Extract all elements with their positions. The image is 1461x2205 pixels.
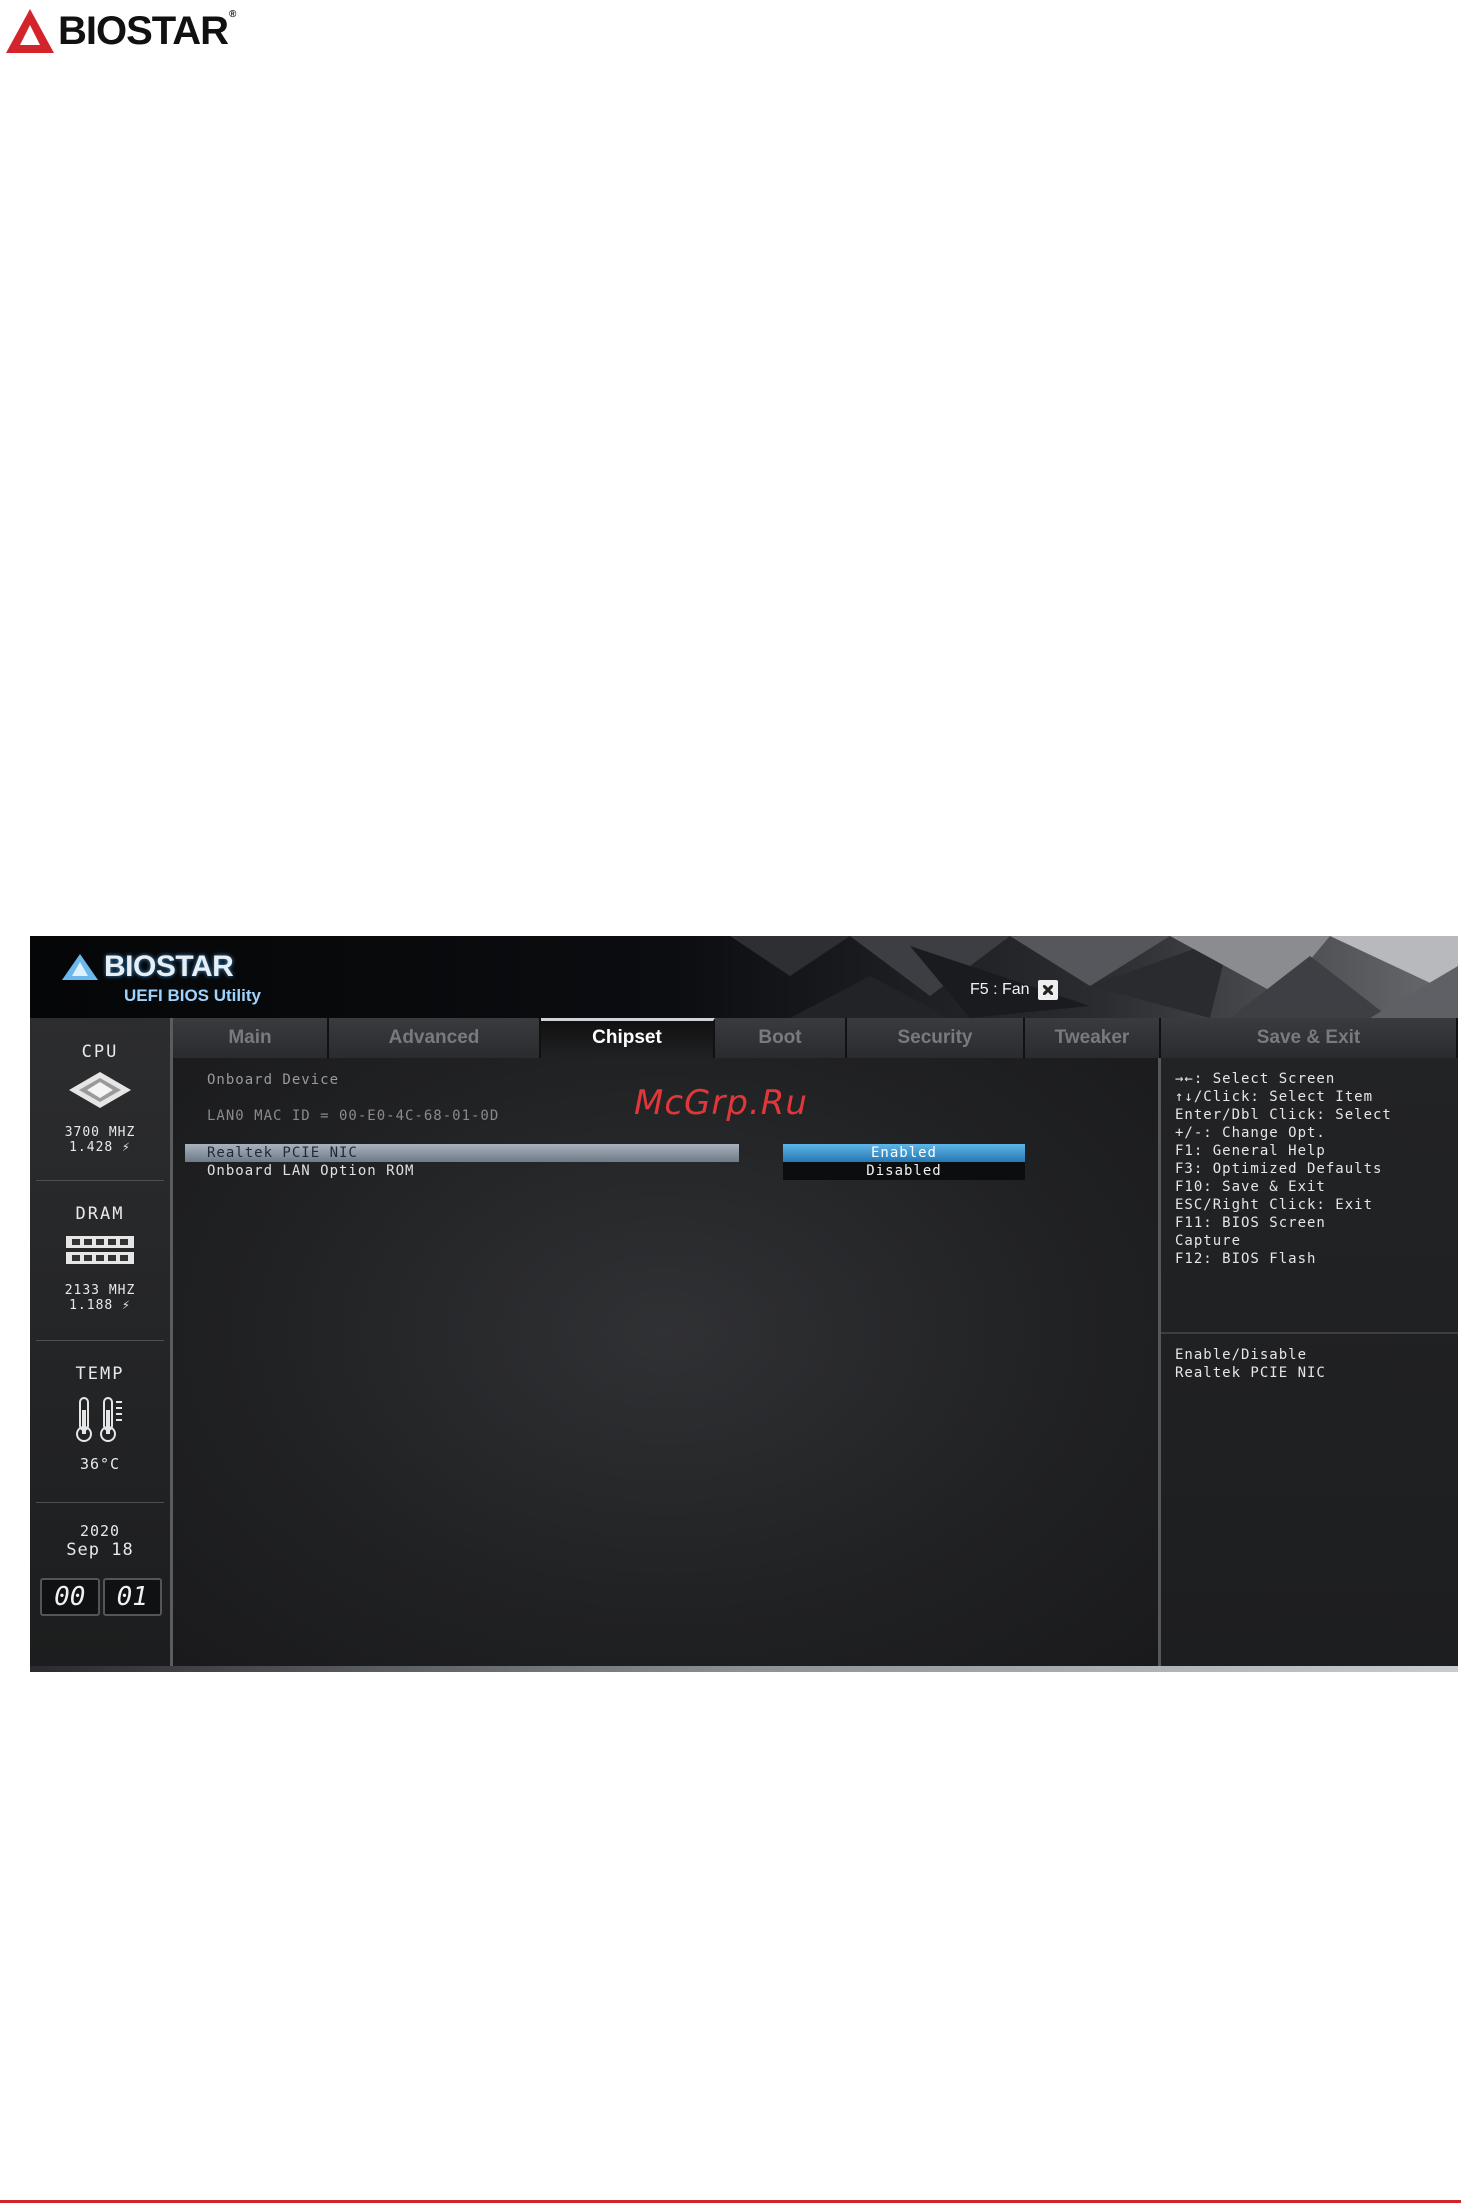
dram-section: DRAM 2133 MHZ 1.188 ⚡ [30,1204,170,1313]
cpu-voltage: 1.428 ⚡ [69,1140,131,1155]
divider [36,1180,164,1181]
cpu-frequency: 3700 MHZ [64,1125,136,1140]
temp-value: 36°C [79,1455,121,1473]
bios-window: BIOSTAR UEFI BIOS Utility F5 : Fan CPU 3… [30,936,1458,1672]
clock-hour: 00 [40,1578,100,1616]
thermometer-icon [76,1397,122,1442]
tab-boot[interactable]: Boot [715,1018,847,1058]
cpu-chip-icon [69,1072,131,1108]
help-divider [1161,1332,1458,1334]
key-help-line: F10: Save & Exit [1175,1179,1326,1195]
fan-label: F5 : Fan [970,981,1030,998]
tab-advanced[interactable]: Advanced [329,1018,541,1058]
tab-main[interactable]: Main [173,1018,329,1058]
tab-save-exit[interactable]: Save & Exit [1161,1018,1458,1058]
key-help-line: ESC/Right Click: Exit [1175,1197,1374,1213]
divider [36,1340,164,1341]
fan-icon [1037,980,1058,1000]
key-help-line: →←: Select Screen [1175,1071,1336,1087]
cpu-title: CPU [81,1042,119,1062]
biostar-page-logo: BIOSTAR® [4,6,236,56]
key-help-line: F12: BIOS Flash [1175,1251,1317,1267]
setting-value-selected[interactable]: Enabled [783,1144,1025,1162]
setting-value[interactable]: Disabled [783,1162,1025,1180]
dram-title: DRAM [75,1204,125,1224]
page-bottom-rule [0,2200,1461,2203]
help-panel: →←: Select Screen ↑↓/Click: Select Item … [1158,1058,1458,1666]
main-content: Onboard Device LAN0 MAC ID = 00-E0-4C-68… [173,1058,1158,1666]
page-logo-text: BIOSTAR® [58,8,236,53]
temp-section: TEMP 36°C [30,1364,170,1472]
bios-header: BIOSTAR UEFI BIOS Utility F5 : Fan [30,936,1458,1018]
tab-tweaker[interactable]: Tweaker [1025,1018,1161,1058]
bios-subtitle: UEFI BIOS Utility [124,986,261,1005]
status-panel: CPU 3700 MHZ 1.428 ⚡ DRAM 2133 MHZ 1.188… [30,1018,173,1666]
fan-shortcut[interactable]: F5 : Fan [970,980,1058,1000]
key-help-line: F1: General Help [1175,1143,1326,1159]
clock-minute: 01 [102,1578,162,1616]
section-title: Onboard Device [207,1072,340,1088]
key-help-list: →←: Select Screen ↑↓/Click: Select Item … [1175,1070,1392,1268]
lan-mac-id: LAN0 MAC ID = 00-E0-4C-68-01-0D [207,1108,500,1124]
bios-logo: BIOSTAR [60,950,234,984]
key-help-line: +/-: Change Opt. [1175,1125,1326,1141]
biostar-triangle-icon [62,954,98,980]
tab-security[interactable]: Security [847,1018,1025,1058]
item-description: Enable/Disable Realtek PCIE NIC [1175,1346,1326,1382]
description-line: Enable/Disable [1175,1347,1308,1363]
key-help-line: ↑↓/Click: Select Item [1175,1089,1374,1105]
key-help-line: Enter/Dbl Click: Select [1175,1107,1392,1123]
watermark-text: McGrp.Ru [634,1083,808,1123]
date-month-day: Sep 18 [66,1540,134,1560]
dram-frequency: 2133 MHZ [64,1283,136,1298]
tab-bar: Main Advanced Chipset Boot Security Twea… [173,1018,1458,1058]
key-help-line: F11: BIOS Screen [1175,1215,1326,1231]
date-section: 2020 Sep 18 [30,1522,170,1560]
bios-footer-bar [30,1666,1458,1672]
dram-voltage: 1.188 ⚡ [69,1298,131,1313]
tab-chipset[interactable]: Chipset [541,1018,715,1058]
date-year: 2020 [79,1522,121,1540]
setting-label: Realtek PCIE NIC [207,1145,358,1161]
key-help-line: Capture [1175,1233,1242,1249]
setting-row-lan-option-rom[interactable]: Onboard LAN Option ROM Disabled [185,1162,1185,1180]
divider [36,1502,164,1503]
bios-brand: BIOSTAR [104,950,234,983]
clock: 00 01 [40,1578,162,1616]
setting-label: Onboard LAN Option ROM [207,1163,415,1179]
setting-row-realtek-nic[interactable]: Realtek PCIE NIC Enabled [185,1144,1185,1162]
description-line: Realtek PCIE NIC [1175,1365,1326,1381]
biostar-triangle-icon [6,9,54,53]
dram-module-icon [66,1236,134,1264]
key-help-line: F3: Optimized Defaults [1175,1161,1383,1177]
temp-title: TEMP [75,1364,125,1384]
cpu-section: CPU 3700 MHZ 1.428 ⚡ [30,1042,170,1155]
